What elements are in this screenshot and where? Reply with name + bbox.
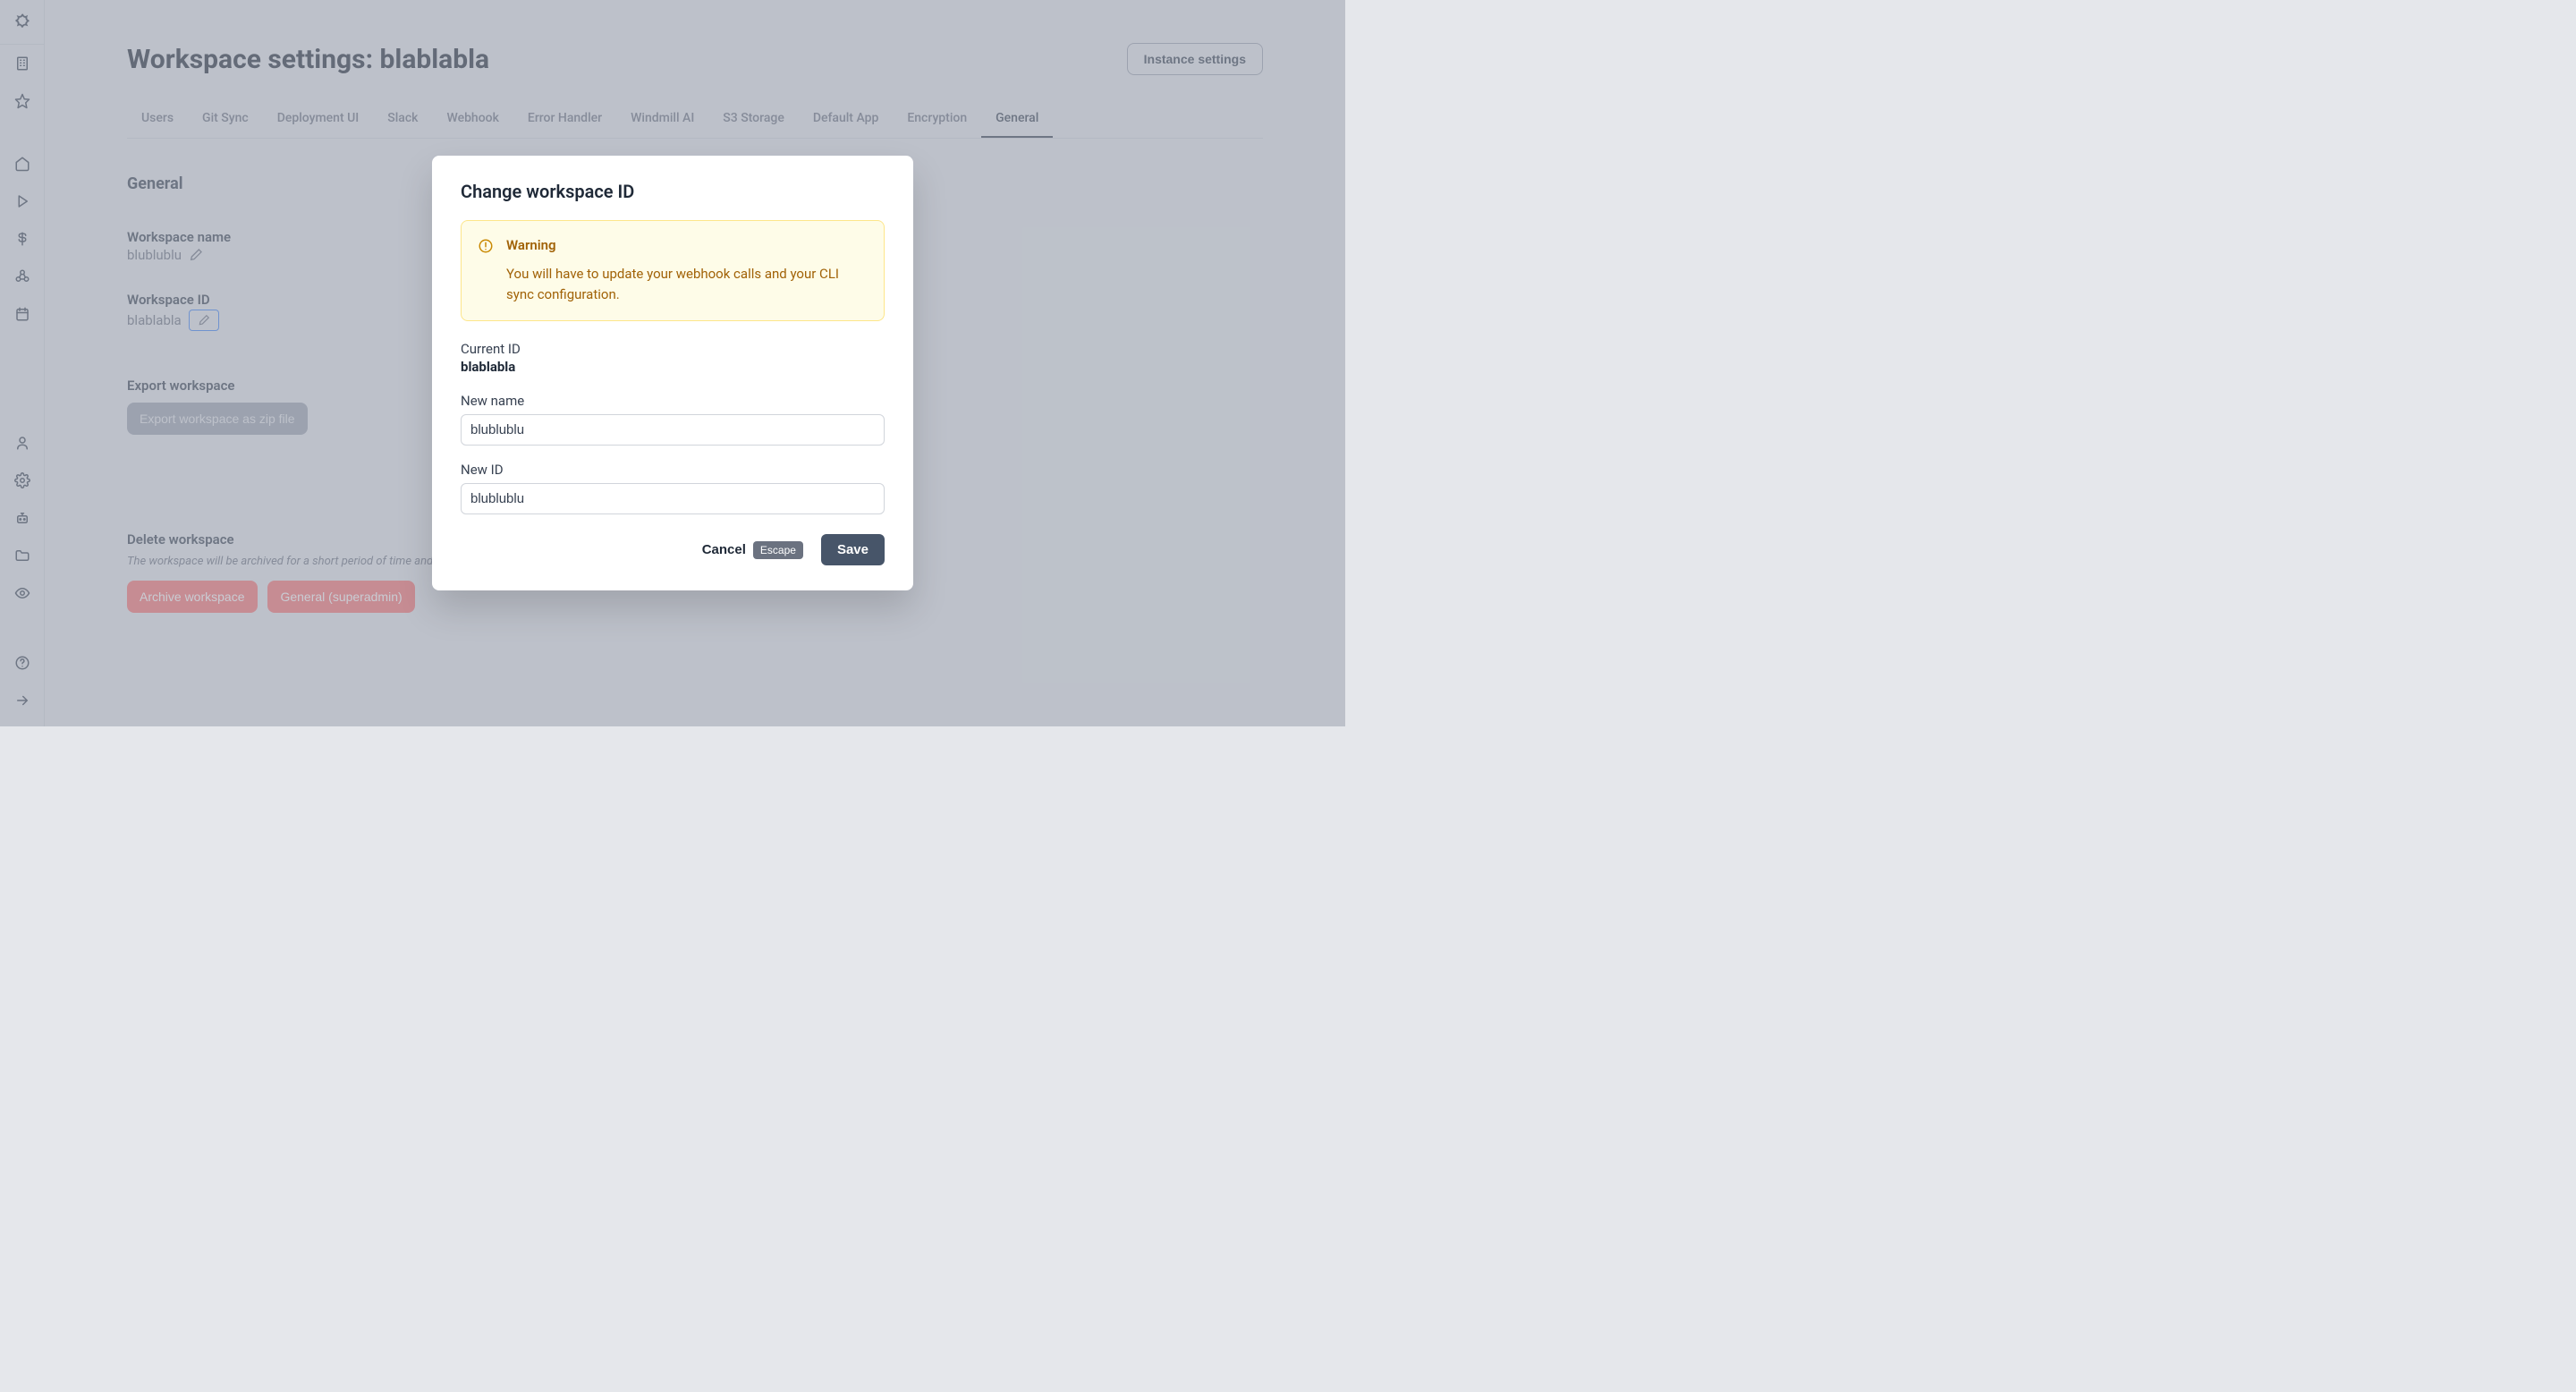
warning-text: Warning You will have to update your web… xyxy=(506,237,868,304)
escape-hint: Escape xyxy=(753,541,803,559)
warning-title: Warning xyxy=(506,237,868,253)
new-id-label: New ID xyxy=(461,462,885,478)
cancel-label: Cancel xyxy=(702,542,746,557)
current-id-label: Current ID xyxy=(461,341,885,357)
new-name-label: New name xyxy=(461,393,885,409)
current-id-value: blablabla xyxy=(461,359,885,375)
warning-box: Warning You will have to update your web… xyxy=(461,220,885,321)
modal-title: Change workspace ID xyxy=(461,181,885,202)
save-button[interactable]: Save xyxy=(821,534,885,565)
modal-buttons: Cancel Escape Save xyxy=(461,534,885,565)
change-workspace-id-modal: Change workspace ID Warning You will hav… xyxy=(432,156,913,590)
warning-icon xyxy=(478,238,494,254)
new-id-input[interactable] xyxy=(461,483,885,514)
new-name-input[interactable] xyxy=(461,414,885,446)
warning-body: You will have to update your webhook cal… xyxy=(506,264,868,304)
cancel-button[interactable]: Cancel Escape xyxy=(702,541,803,559)
